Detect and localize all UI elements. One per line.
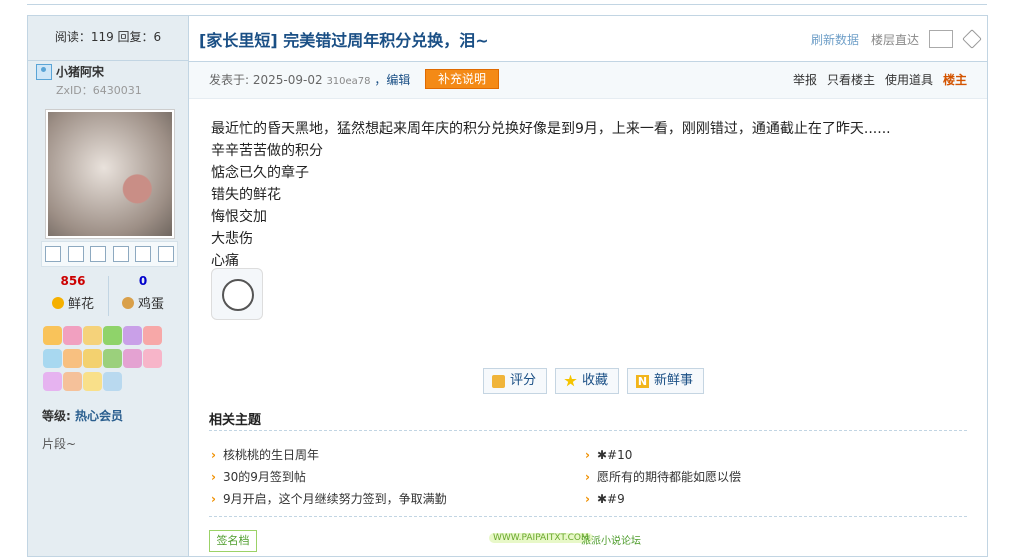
refresh-link[interactable]: 刷新数据 bbox=[811, 31, 859, 48]
avatar[interactable] bbox=[45, 109, 175, 239]
post-frame: 阅读：119 回复：6 小猪阿宋 ZxID：6430031 856 鲜花 0 鸡… bbox=[27, 15, 988, 557]
op-tag: 楼主 bbox=[942, 73, 967, 87]
medal-icon[interactable] bbox=[123, 349, 142, 368]
medal-icon[interactable] bbox=[123, 326, 142, 345]
post-meta-bar: 发表于: 2025-09-02 310ea78 ，编辑 补充说明 举报 只看楼主… bbox=[189, 61, 987, 99]
medal-icon[interactable] bbox=[63, 326, 82, 345]
related-title: 相关主题 bbox=[209, 413, 262, 428]
content-line: 大悲伤 bbox=[211, 231, 253, 247]
use-tool-link[interactable]: 使用道具 bbox=[885, 71, 933, 88]
site-url[interactable]: WWW.PAIPAITXT.COM bbox=[489, 533, 593, 543]
related-item[interactable]: 核桃桃的生日周年 bbox=[211, 444, 447, 466]
posted-at: 发表于: 2025-09-02 bbox=[209, 73, 323, 87]
medal-icon[interactable] bbox=[103, 326, 122, 345]
wrench-icon[interactable] bbox=[962, 29, 982, 49]
username[interactable]: 小猪阿宋 bbox=[36, 63, 104, 80]
favorite-button[interactable]: 收藏 bbox=[555, 368, 620, 394]
content-line: 心痛 bbox=[211, 253, 239, 269]
search-posts-icon[interactable] bbox=[90, 246, 107, 262]
author-sidebar: 阅读：119 回复：6 小猪阿宋 ZxID：6430031 856 鲜花 0 鸡… bbox=[28, 16, 189, 556]
related-item[interactable]: ✱#9 bbox=[585, 488, 741, 510]
medal-icon[interactable] bbox=[43, 326, 62, 345]
medal-icon[interactable] bbox=[63, 349, 82, 368]
user-action-icons bbox=[41, 241, 178, 267]
medal-icon[interactable] bbox=[83, 372, 102, 391]
post-content: 最近忙的昏天黑地，猛然想起来周年庆的积分兑换好像是到9月，上来一看，刚刚错过，通… bbox=[211, 118, 891, 272]
stats-divider bbox=[108, 276, 109, 316]
user-icon bbox=[36, 63, 52, 80]
signature-divider bbox=[209, 516, 967, 517]
report-link[interactable]: 举报 bbox=[793, 71, 817, 88]
flowers-label: 鲜花 bbox=[67, 297, 94, 312]
profile-card-icon[interactable] bbox=[112, 246, 129, 262]
medal-icon[interactable] bbox=[103, 349, 122, 368]
thread-title[interactable]: [家长里短] 完美错过周年积分兑换，泪~ bbox=[199, 27, 489, 51]
qq-icon[interactable] bbox=[157, 246, 174, 262]
medal-icon[interactable] bbox=[143, 326, 162, 345]
content-line: 辛辛苦苦做的积分 bbox=[211, 143, 323, 159]
floor-jump-input[interactable] bbox=[929, 30, 953, 48]
medal-icon[interactable] bbox=[103, 372, 122, 391]
read-reply-count: 阅读：119 回复：6 bbox=[28, 16, 188, 61]
medal-icon[interactable] bbox=[143, 349, 162, 368]
eggs-stat: 0 鸡蛋 bbox=[108, 274, 178, 312]
related-item[interactable]: 9月开启，这个月继续努力签到，争取满勤 bbox=[211, 488, 447, 510]
medals bbox=[43, 326, 178, 395]
egg-icon bbox=[121, 297, 134, 309]
post-actions-top: 举报 只看楼主 使用道具 楼主 bbox=[793, 71, 967, 88]
message-icon[interactable] bbox=[45, 246, 62, 262]
flower-icon bbox=[51, 297, 64, 309]
thread-tools: 刷新数据 楼层直达 bbox=[811, 29, 982, 49]
thumbs-up-icon bbox=[492, 374, 505, 388]
flowers-stat: 856 鲜花 bbox=[38, 274, 108, 312]
avatar-image bbox=[48, 112, 172, 236]
only-op-link[interactable]: 只看楼主 bbox=[827, 71, 875, 88]
rate-button[interactable]: 评分 bbox=[483, 368, 548, 394]
medal-icon[interactable] bbox=[43, 349, 62, 368]
site-name[interactable]: 派派小说论坛 bbox=[581, 532, 641, 547]
medal-icon[interactable] bbox=[83, 326, 102, 345]
related-item[interactable]: 愿所有的期待都能如愿以偿 bbox=[585, 466, 741, 488]
eggs-count: 0 bbox=[138, 274, 148, 288]
floor-jump-label: 楼层直达 bbox=[870, 32, 919, 47]
add-friend-icon[interactable] bbox=[67, 246, 84, 262]
user-level: 等级: 热心会员 bbox=[42, 409, 124, 423]
related-list-left: 核桃桃的生日周年 30的9月签到帖 9月开启，这个月继续努力签到，争取满勤 bbox=[211, 444, 447, 510]
blocks-icon[interactable] bbox=[135, 246, 152, 262]
related-divider bbox=[209, 430, 967, 431]
signature-badge: 签名档 bbox=[209, 530, 257, 552]
edit-link[interactable]: ，编辑 bbox=[374, 73, 410, 87]
related-item[interactable]: ✱#10 bbox=[585, 444, 741, 466]
user-fragment: 片段~ bbox=[42, 437, 77, 451]
star-icon bbox=[564, 374, 577, 387]
news-icon: N bbox=[636, 374, 650, 388]
content-line: 错失的鲜花 bbox=[211, 187, 281, 203]
username-label[interactable]: 小猪阿宋 bbox=[56, 63, 104, 80]
content-line: 悔恨交加 bbox=[211, 209, 267, 225]
content-line: 最近忙的昏天黑地，猛然想起来周年庆的积分兑换好像是到9月，上来一看，刚刚错过，通… bbox=[211, 121, 891, 137]
user-id: ZxID：6430031 bbox=[56, 84, 142, 97]
medal-icon[interactable] bbox=[83, 349, 102, 368]
level-value[interactable]: 热心会员 bbox=[75, 409, 123, 423]
eggs-label: 鸡蛋 bbox=[137, 297, 164, 312]
post-action-buttons: 评分 收藏 N 新鲜事 bbox=[483, 368, 705, 394]
related-list-right: ✱#10 愿所有的期待都能如愿以偿 ✱#9 bbox=[585, 444, 741, 510]
top-divider bbox=[27, 4, 987, 5]
medal-icon[interactable] bbox=[43, 372, 62, 391]
fresh-news-button[interactable]: N 新鲜事 bbox=[627, 368, 705, 394]
medal-icon[interactable] bbox=[63, 372, 82, 391]
post-hash: 310ea78 bbox=[326, 76, 371, 87]
post-meta: 发表于: 2025-09-02 310ea78 ，编辑 bbox=[209, 71, 410, 88]
supplement-button[interactable]: 补充说明 bbox=[425, 69, 499, 89]
crying-emoticon-icon bbox=[211, 268, 263, 320]
content-line: 惦念已久的章子 bbox=[211, 165, 309, 181]
related-item[interactable]: 30的9月签到帖 bbox=[211, 466, 447, 488]
flowers-count: 856 bbox=[60, 274, 86, 288]
